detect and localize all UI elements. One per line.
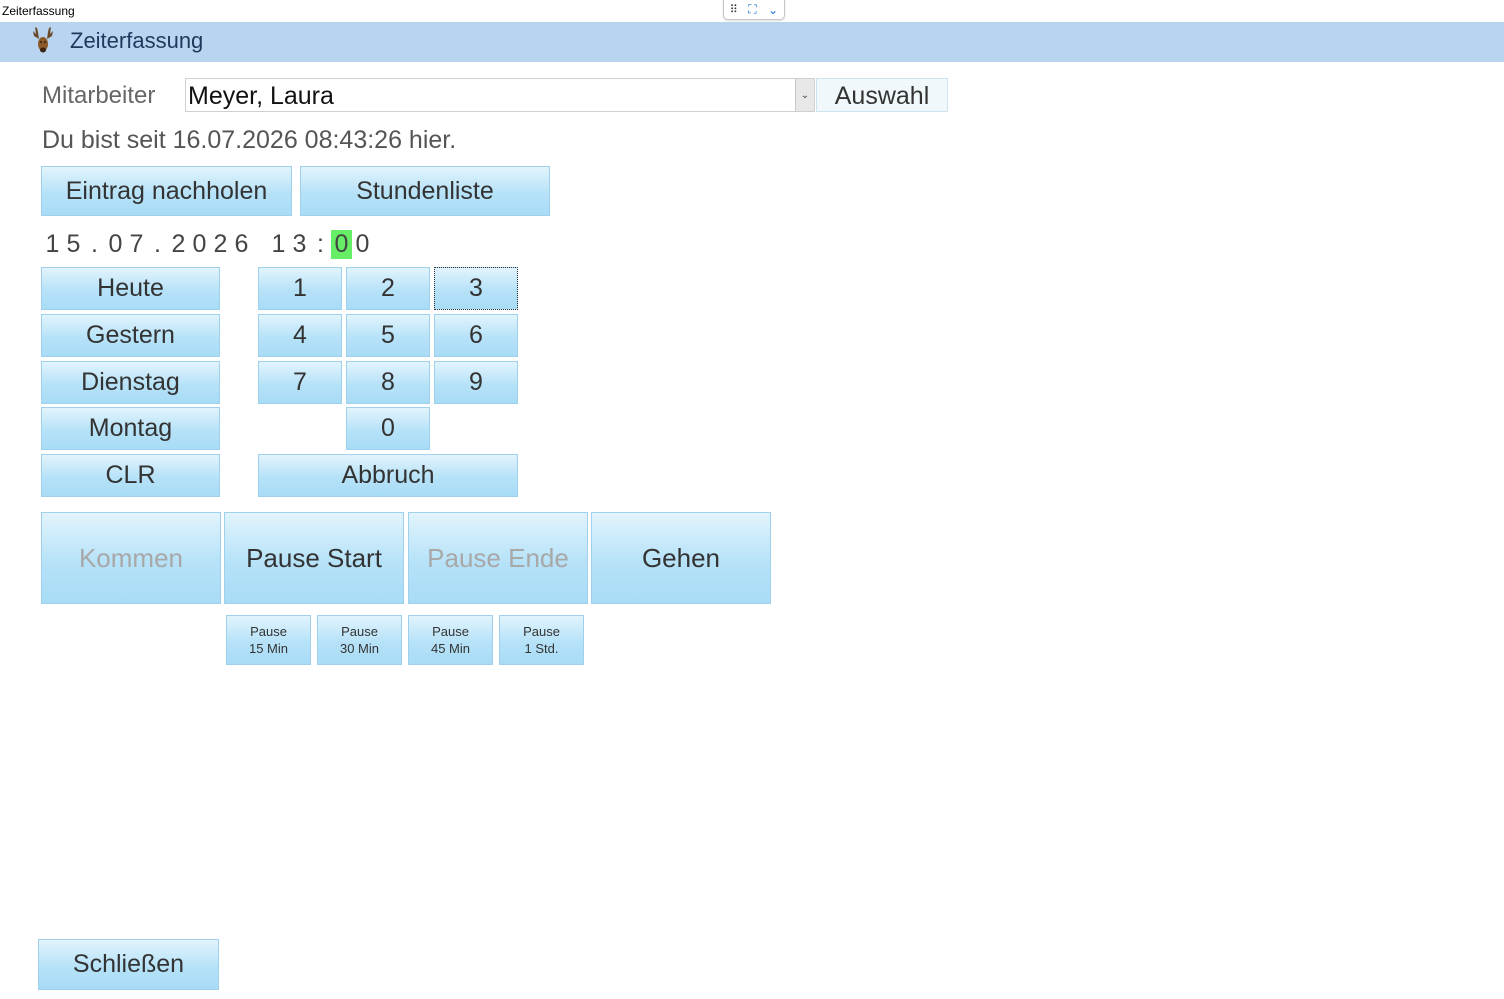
time-char: 1 — [271, 230, 286, 258]
snap-layout-widget[interactable]: ⠿ ⛶ ⌄ — [723, 0, 785, 20]
pause-end-button[interactable]: Pause Ende — [408, 512, 588, 604]
monday-button[interactable]: Montag — [41, 407, 220, 450]
pause-preset-line1: Pause — [341, 624, 378, 639]
time-char: 0 — [355, 230, 370, 258]
hours-list-button[interactable]: Stundenliste — [300, 166, 550, 216]
maximize-icon[interactable]: ⛶ — [748, 2, 756, 17]
clock-in-button[interactable]: Kommen — [41, 512, 221, 604]
datetime-entry: 1 5 . 0 7 . 2 0 2 6 1 3 : 0 0 — [42, 230, 373, 259]
keypad-key-0[interactable]: 0 — [346, 407, 430, 450]
date-char: 1 — [45, 230, 60, 258]
cancel-button[interactable]: Abbruch — [258, 454, 518, 497]
grip-icon[interactable]: ⠿ — [730, 3, 738, 16]
keypad-key-7[interactable]: 7 — [258, 361, 342, 404]
pause-1h-button[interactable]: Pause 1 Std. — [499, 615, 584, 665]
time-char-cursor: 0 — [331, 230, 352, 259]
app-header — [0, 22, 1504, 62]
pause-preset-line2: 45 Min — [430, 641, 471, 656]
pause-preset-line1: Pause — [432, 624, 469, 639]
time-char: 3 — [292, 230, 307, 258]
select-employee-button[interactable]: Auswahl — [816, 78, 948, 112]
keypad-key-4[interactable]: 4 — [258, 314, 342, 357]
date-char: 0 — [192, 230, 207, 258]
presence-status: Du bist seit 16.07.2026 08:43:26 hier. — [42, 126, 457, 154]
pause-preset-line1: Pause — [523, 624, 560, 639]
employee-select[interactable]: Meyer, Laura ⌄ — [185, 78, 815, 112]
pause-15-button[interactable]: Pause 15 Min — [226, 615, 311, 665]
keypad-key-2[interactable]: 2 — [346, 267, 430, 310]
date-char: . — [154, 230, 161, 258]
pause-30-button[interactable]: Pause 30 Min — [317, 615, 402, 665]
chevron-down-icon[interactable]: ⌄ — [795, 79, 814, 111]
app-title: Zeiterfassung — [70, 28, 204, 53]
backfill-entry-button[interactable]: Eintrag nachholen — [41, 166, 292, 216]
pause-preset-line2: 1 Std. — [524, 641, 559, 656]
tuesday-button[interactable]: Dienstag — [41, 361, 220, 404]
close-button[interactable]: Schließen — [38, 939, 219, 990]
date-char: 6 — [234, 230, 249, 258]
employee-label: Mitarbeiter — [42, 82, 156, 109]
date-char: 2 — [213, 230, 228, 258]
employee-select-value: Meyer, Laura — [188, 82, 334, 110]
pause-start-button[interactable]: Pause Start — [224, 512, 404, 604]
pause-preset-line2: 15 Min — [248, 641, 289, 656]
clear-button[interactable]: CLR — [41, 454, 220, 497]
pause-preset-line2: 30 Min — [339, 641, 380, 656]
date-char: 2 — [171, 230, 186, 258]
deer-head-icon — [29, 25, 57, 57]
date-char: 7 — [129, 230, 144, 258]
keypad-key-3[interactable]: 3 — [434, 267, 518, 310]
keypad-key-9[interactable]: 9 — [434, 361, 518, 404]
pause-45-button[interactable]: Pause 45 Min — [408, 615, 493, 665]
pause-preset-line1: Pause — [250, 624, 287, 639]
window-title: Zeiterfassung — [2, 4, 75, 18]
keypad-key-6[interactable]: 6 — [434, 314, 518, 357]
date-char: 0 — [108, 230, 123, 258]
time-char: : — [317, 230, 324, 258]
date-char: . — [91, 230, 98, 258]
clock-out-button[interactable]: Gehen — [591, 512, 771, 604]
date-char: 5 — [66, 230, 81, 258]
chevron-down-icon[interactable]: ⌄ — [768, 3, 778, 17]
keypad-key-5[interactable]: 5 — [346, 314, 430, 357]
keypad-key-8[interactable]: 8 — [346, 361, 430, 404]
keypad-key-1[interactable]: 1 — [258, 267, 342, 310]
today-button[interactable]: Heute — [41, 267, 220, 310]
yesterday-button[interactable]: Gestern — [41, 314, 220, 357]
